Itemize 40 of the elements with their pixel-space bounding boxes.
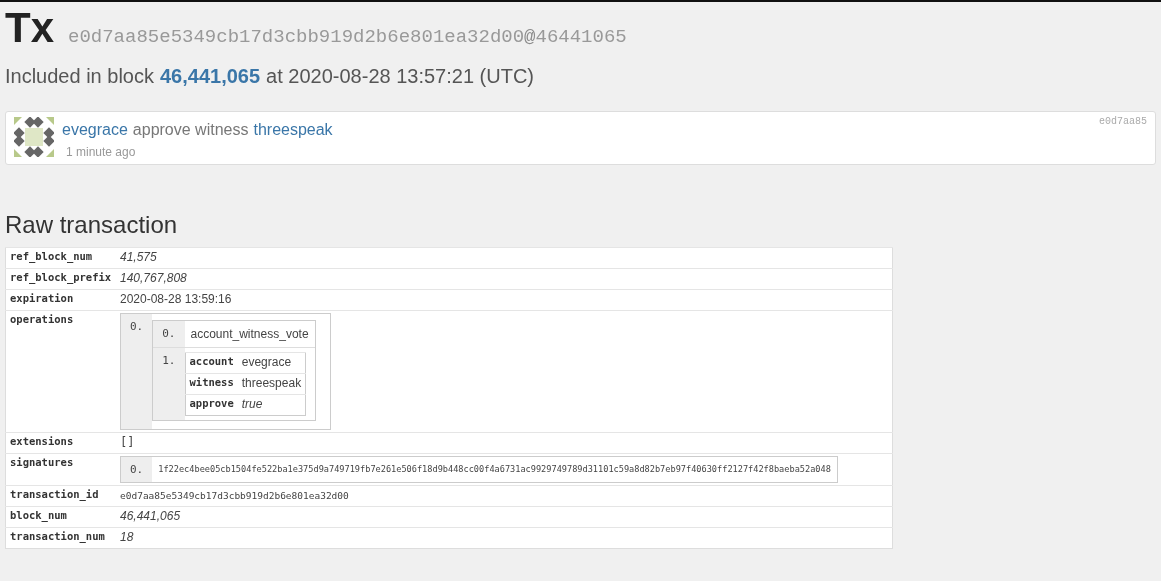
field-key: extensions [5,432,116,454]
transaction-hash: e0d7aa85e5349cb17d3cbb919d2b6e801ea32d00@46441065 [68,26,627,48]
param-value: true [237,394,306,416]
list-index: 0. [153,321,185,347]
param-value: evegrace [237,352,306,374]
field-value: 41,575 [120,250,157,264]
section-heading: Raw transaction [5,211,179,239]
list-index: 1. [153,348,185,420]
account-link[interactable]: evegrace [62,121,128,139]
included-label: Included in block [5,65,154,88]
operation-name: account_witness_vote [189,326,310,343]
field-value: e0d7aa85e5349cb17d3cbb919d2b6e801ea32d00 [120,490,349,501]
short-id: e0d7aa85 [1099,116,1147,127]
field-value: 2020-08-28 13:59:16 [120,292,232,306]
field-key: expiration [5,289,116,311]
list-index: 0. [121,314,153,429]
field-key: operations [5,310,116,433]
param-key: approve [185,394,238,416]
page-title: Tx [5,4,54,52]
field-value: [] [120,435,135,449]
param-key: account [185,352,238,374]
time-ago: 1 minute ago [66,145,137,159]
field-key: ref_block_num [5,247,116,269]
field-key: block_num [5,506,116,528]
identicon-avatar [14,117,54,157]
field-value: 140,767,808 [120,271,187,285]
param-value: threespeak [237,373,306,395]
signature-value: 1f22ec4bee05cb1504fe522ba1e375d9a749719fb7e261e506f18d9b448cc00f4a6731ac9929749789d31101c59a8d82b7eb97f40630ff2127f42f8baeba52a048 [157,463,832,476]
field-key: transaction_id [5,485,116,507]
timestamp-text: at 2020-08-28 13:57:21 (UTC) [266,65,535,88]
witness-link[interactable]: threespeak [253,121,333,139]
field-key: signatures [5,453,116,486]
field-value: 46,441,065 [120,509,181,523]
list-index: 0. [121,457,153,482]
operation-text: approve witness [132,121,249,139]
field-key: ref_block_prefix [5,268,116,290]
field-value: 18 [120,530,134,544]
block-link[interactable]: 46,441,065 [160,65,261,88]
param-key: witness [185,373,238,395]
field-key: transaction_num [5,527,116,549]
